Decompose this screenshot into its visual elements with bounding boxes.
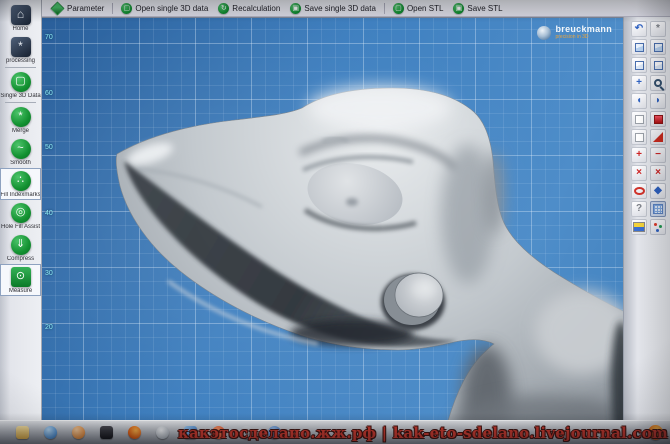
save-single-3d-data-label: Save single 3D data <box>304 3 376 13</box>
marker-remove-icon[interactable]: − <box>650 147 666 163</box>
viewport-3d-canvas[interactable]: 70 60 50 40 30 20 breuckmann precision i… <box>42 17 623 421</box>
delete-outliers-icon[interactable]: × <box>650 165 666 181</box>
application-window: Parameter ▢ Open single 3D data ↻ Recalc… <box>0 0 670 444</box>
taskbar-icon-media-app[interactable] <box>100 426 113 439</box>
toolbar-separator <box>112 2 114 14</box>
top-toolbar: Parameter ▢ Open single 3D data ↻ Recalc… <box>42 0 670 17</box>
vendor-logo: breuckmann precision in 3D <box>537 25 612 40</box>
open-stl-icon: ▢ <box>392 2 404 14</box>
taskbar-icon-browser-globe[interactable] <box>44 426 57 439</box>
sidebar-item-label: Home <box>12 25 29 32</box>
home-icon: ⌂ <box>10 4 31 25</box>
parameter-button[interactable]: Parameter <box>46 0 109 16</box>
selection-lasso-icon[interactable] <box>631 129 647 145</box>
merge-icon: * <box>10 106 31 127</box>
measure-icon: ⊙ <box>10 266 31 287</box>
sidebar-item-label: Compress <box>6 255 35 262</box>
left-sidebar: ⌂ Home * processing ▢ Single 3D Data * M… <box>0 0 42 421</box>
processing-icon: * <box>10 36 31 57</box>
sidebar-divider <box>5 67 36 68</box>
open-single-3d-data-label: Open single 3D data <box>135 3 209 13</box>
sidebar-item-compress[interactable]: ⇓ Compress <box>0 232 41 264</box>
vendor-brand: breuckmann <box>555 24 612 34</box>
view-cube-side-icon[interactable] <box>650 57 666 73</box>
zoom-magnifier-icon[interactable] <box>650 75 666 91</box>
sidebar-item-merge[interactable]: * Merge <box>0 104 41 136</box>
sidebar-item-label: Single 3D Data <box>0 92 41 99</box>
open-single-3d-data-button[interactable]: ▢ Open single 3D data <box>116 2 213 15</box>
recalculation-button[interactable]: ↻ Recalculation <box>213 2 285 15</box>
open-stl-button[interactable]: ▢ Open STL <box>388 2 448 15</box>
sidebar-item-label: Merge <box>11 127 29 134</box>
diamond-tool-icon[interactable]: ◆ <box>650 183 666 199</box>
watermark-text: какэтосделано.жж.рф | kak-eto-sdelano.li… <box>177 424 668 442</box>
open-data-icon: ▢ <box>121 2 133 14</box>
selection-triangle-icon[interactable] <box>650 129 666 145</box>
marker-add-icon[interactable]: + <box>631 147 647 163</box>
sidebar-item-fill-indexmarks[interactable]: ∴ Fill Indexmarks <box>0 168 41 200</box>
color-points-icon[interactable] <box>650 219 666 235</box>
selection-rect-icon[interactable] <box>631 111 647 127</box>
sidebar-item-label: Measure <box>8 287 33 294</box>
flag-tool-icon[interactable] <box>631 219 647 235</box>
duck-model-3d <box>115 86 623 421</box>
save-data-icon: ▣ <box>290 2 302 14</box>
single-3d-data-icon: ▢ <box>10 71 31 92</box>
ellipse-tool-icon[interactable] <box>631 183 647 199</box>
sidebar-divider <box>5 102 36 103</box>
pan-arrows-icon[interactable]: + <box>631 75 647 91</box>
save-stl-button[interactable]: ▣ Save STL <box>448 2 507 15</box>
right-tool-panel: ↶ * + ◖ ◗ + − × × ◆ ? <box>623 17 670 420</box>
sidebar-item-measure[interactable]: ⊙ Measure <box>0 264 41 296</box>
sidebar-item-smooth[interactable]: ~ Smooth <box>0 136 41 168</box>
sidebar-item-label: Fill Indexmarks <box>0 191 41 198</box>
vendor-tagline: precision in 3D <box>555 34 589 40</box>
sidebar-item-label: Hole Fill Assist <box>0 223 40 230</box>
selection-rect-filled-icon[interactable] <box>650 111 666 127</box>
save-stl-icon: ▣ <box>453 2 465 14</box>
grid-toggle-icon[interactable] <box>650 201 666 217</box>
surface-select-left-icon[interactable]: ◖ <box>631 93 647 109</box>
taskbar-icon-clock-app[interactable] <box>156 426 169 439</box>
compress-icon: ⇓ <box>10 234 31 255</box>
sidebar-item-label: Smooth <box>10 159 31 166</box>
surface-select-right-icon[interactable]: ◗ <box>650 93 666 109</box>
delete-selection-icon[interactable]: × <box>631 165 647 181</box>
recalculate-icon: ↻ <box>218 2 230 14</box>
save-stl-label: Save STL <box>467 3 503 13</box>
view-cube-iso-icon[interactable] <box>631 39 647 55</box>
breuckmann-globe-icon <box>537 25 552 40</box>
help-icon[interactable]: ? <box>631 201 647 217</box>
view-cube-top-icon[interactable] <box>650 39 666 55</box>
sidebar-item-single-3d-data[interactable]: ▢ Single 3D Data <box>0 69 41 101</box>
parameter-diamond-icon <box>50 0 65 16</box>
sidebar-item-label: processing <box>5 57 35 64</box>
sidebar-item-home[interactable]: ⌂ Home <box>0 2 41 34</box>
taskbar-icon-orange-app[interactable] <box>72 426 85 439</box>
sidebar-item-processing[interactable]: * processing <box>0 34 41 66</box>
recalculation-label: Recalculation <box>232 3 281 13</box>
parameter-button-label: Parameter <box>67 3 105 13</box>
undo-icon[interactable]: ↶ <box>631 21 647 37</box>
save-single-3d-data-button[interactable]: ▣ Save single 3D data <box>285 2 381 15</box>
toolbar-separator <box>383 2 385 14</box>
open-stl-label: Open STL <box>406 3 444 13</box>
settings-gear-icon[interactable]: * <box>650 21 666 37</box>
fill-indexmarks-icon: ∴ <box>10 170 31 191</box>
taskbar-icon-folder[interactable] <box>16 426 29 439</box>
sidebar-item-hole-fill-assist[interactable]: ◎ Hole Fill Assist <box>0 200 41 232</box>
hole-fill-assist-icon: ◎ <box>10 202 31 223</box>
taskbar-icon-firefox[interactable] <box>128 426 141 439</box>
smooth-icon: ~ <box>10 138 31 159</box>
view-cube-front-icon[interactable] <box>631 57 647 73</box>
